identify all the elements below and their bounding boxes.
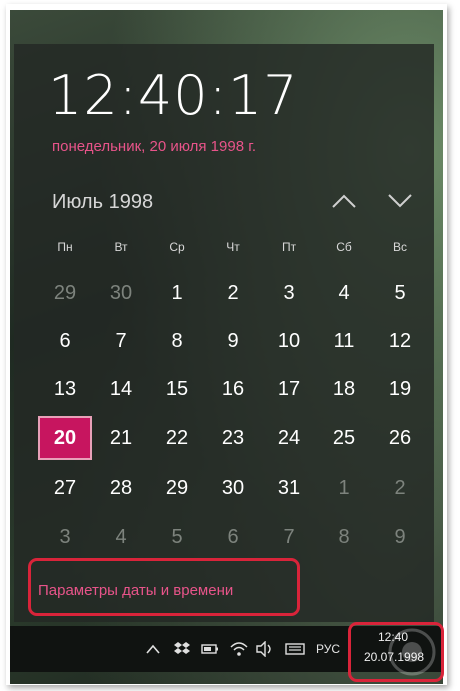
battery-tray-button[interactable] bbox=[200, 638, 220, 660]
calendar-day[interactable]: 4 bbox=[319, 271, 369, 315]
calendar-day[interactable]: 24 bbox=[264, 416, 314, 460]
calendar-day[interactable]: 6 bbox=[208, 515, 258, 559]
weekday-label: Пт bbox=[281, 240, 297, 254]
chevron-up-icon bbox=[332, 194, 356, 208]
chevron-down-icon bbox=[388, 194, 412, 208]
calendar-day[interactable]: 11 bbox=[319, 319, 369, 363]
dropbox-tray-button[interactable] bbox=[172, 638, 192, 660]
show-hidden-icons-button[interactable] bbox=[144, 638, 162, 660]
calendar-day[interactable]: 21 bbox=[96, 416, 146, 460]
calendar-day[interactable]: 17 bbox=[264, 367, 314, 411]
calendar-day[interactable]: 15 bbox=[152, 367, 202, 411]
next-month-button[interactable] bbox=[384, 187, 416, 215]
weekday-label: Чт bbox=[226, 240, 240, 254]
month-year-label[interactable]: Июль 1998 bbox=[52, 191, 153, 214]
calendar-day[interactable]: 16 bbox=[208, 367, 258, 411]
weekday-label: Вт bbox=[114, 240, 128, 254]
calendar-day[interactable]: 26 bbox=[375, 416, 425, 460]
calendar-day[interactable]: 4 bbox=[96, 515, 146, 559]
calendar-day[interactable]: 28 bbox=[96, 466, 146, 510]
wifi-icon bbox=[230, 642, 248, 656]
network-tray-button[interactable] bbox=[228, 638, 250, 660]
watermark-logo bbox=[388, 628, 436, 676]
calendar-day[interactable]: 22 bbox=[152, 416, 202, 460]
calendar-day[interactable]: 9 bbox=[208, 319, 258, 363]
volume-icon bbox=[256, 641, 271, 657]
calendar-day[interactable]: 7 bbox=[264, 515, 314, 559]
calendar-day[interactable]: 25 bbox=[319, 416, 369, 460]
calendar-day[interactable]: 5 bbox=[375, 271, 425, 315]
volume-tray-button[interactable] bbox=[254, 638, 276, 660]
clock-display: 12:40:17 bbox=[48, 64, 299, 127]
calendar-day[interactable]: 2 bbox=[208, 271, 258, 315]
calendar-day[interactable]: 9 bbox=[375, 515, 425, 559]
weekday-label: Сб bbox=[336, 240, 352, 254]
chevron-up-icon bbox=[146, 644, 160, 654]
calendar-day[interactable]: 30 bbox=[208, 466, 258, 510]
calendar-day[interactable]: 27 bbox=[40, 466, 90, 510]
calendar-day[interactable]: 6 bbox=[40, 319, 90, 363]
calendar-day[interactable]: 7 bbox=[96, 319, 146, 363]
calendar-day[interactable]: 14 bbox=[96, 367, 146, 411]
weekday-label: Пн bbox=[57, 240, 73, 254]
calendar-day[interactable]: 23 bbox=[208, 416, 258, 460]
calendar-day[interactable]: 29 bbox=[152, 466, 202, 510]
calendar-day[interactable]: 5 bbox=[152, 515, 202, 559]
calendar-day[interactable]: 18 bbox=[319, 367, 369, 411]
battery-icon bbox=[201, 644, 218, 654]
calendar-day[interactable]: 13 bbox=[40, 367, 90, 411]
calendar-day[interactable]: 19 bbox=[375, 367, 425, 411]
calendar-day[interactable]: 2 bbox=[375, 466, 425, 510]
calendar-day[interactable]: 8 bbox=[152, 319, 202, 363]
weekday-label: Ср bbox=[169, 240, 185, 254]
calendar-day[interactable]: 30 bbox=[96, 271, 146, 315]
calendar-day[interactable]: 3 bbox=[264, 271, 314, 315]
date-time-settings-link[interactable]: Параметры даты и времени bbox=[38, 582, 233, 599]
calendar-day-selected[interactable]: 20 bbox=[38, 416, 92, 460]
calendar-day[interactable]: 29 bbox=[40, 271, 90, 315]
calendar-day[interactable]: 1 bbox=[319, 466, 369, 510]
dropbox-icon bbox=[174, 642, 190, 654]
calendar-day[interactable]: 3 bbox=[40, 515, 90, 559]
previous-month-button[interactable] bbox=[328, 187, 360, 215]
calendar-day[interactable]: 1 bbox=[152, 271, 202, 315]
weekday-label: Вс bbox=[392, 240, 407, 254]
calendar-day[interactable]: 10 bbox=[264, 319, 314, 363]
calendar-day[interactable]: 8 bbox=[319, 515, 369, 559]
calendar-day[interactable]: 12 bbox=[375, 319, 425, 363]
long-date-link[interactable]: понедельник, 20 июля 1998 г. bbox=[52, 138, 256, 155]
calendar-day[interactable]: 31 bbox=[264, 466, 314, 510]
